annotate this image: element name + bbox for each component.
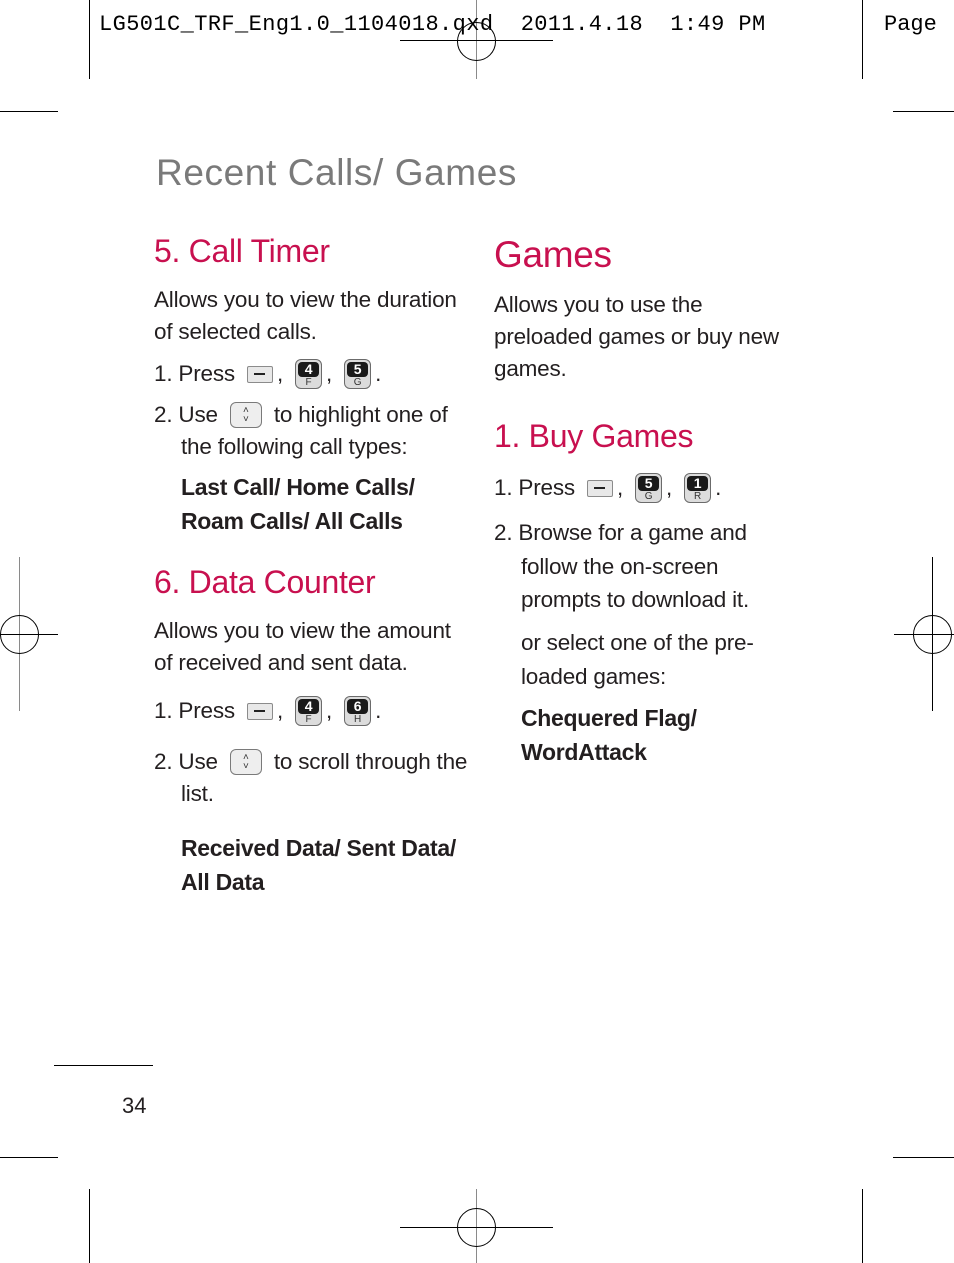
description-line: Allows you to view the amount — [154, 618, 451, 643]
nav-key-icon: ˄ ˅ — [229, 749, 262, 775]
data-types-list: Received Data/ Sent Data/ All Data — [181, 831, 456, 899]
step-text: 1. Press — [154, 698, 235, 723]
step-text: to scroll through the — [273, 749, 468, 774]
call-timer-heading: 5. Call Timer — [154, 233, 330, 269]
options-line: All Data — [181, 869, 265, 895]
call-types-list: Last Call/ Home Calls/ Roam Calls/ All C… — [181, 470, 415, 538]
call-timer-description: Allows you to view the duration of selec… — [154, 284, 474, 348]
separator: , — [326, 361, 333, 386]
buy-games-alt-text: or select one of the pre- loaded games: — [494, 626, 794, 693]
key-digit: 4 — [298, 362, 319, 377]
separator: , — [616, 475, 623, 500]
step-text: to highlight one of — [273, 402, 448, 427]
data-counter-step-1: 1. Press , 4F , 6H . — [154, 695, 381, 727]
key-letter: G — [353, 377, 362, 388]
slug-page-label: Page — [884, 12, 937, 37]
crop-mark — [862, 1189, 863, 1263]
page-title: Recent Calls/ Games — [156, 152, 517, 193]
separator: . — [375, 698, 382, 723]
buy-games-step-2: 2. Browse for a game and follow the on-s… — [494, 516, 794, 617]
step-text: 1. Press — [494, 475, 575, 500]
slug-filename: LG501C_TRF_Eng1.0_1104018.qxd — [99, 12, 494, 37]
step-text: or select one of the pre- — [521, 630, 754, 655]
key-digit: 1 — [687, 476, 709, 491]
call-timer-step-1: 1. Press , 4F , 5G . — [154, 358, 381, 390]
buy-games-step-1: 1. Press , 5G , 1R . — [494, 472, 721, 504]
step-text: loaded games: — [521, 663, 667, 689]
description-line: Allows you to use the — [494, 292, 703, 317]
step-text: list. — [181, 781, 214, 806]
page-number: 34 — [122, 1093, 147, 1118]
key-letter: F — [305, 714, 312, 725]
data-counter-description: Allows you to view the amount of receive… — [154, 615, 474, 679]
options-line: Last Call/ Home Calls/ — [181, 474, 415, 500]
step-text: 1. Press — [154, 361, 235, 386]
menu-key-icon — [586, 479, 613, 497]
key-digit: 5 — [638, 476, 659, 491]
separator: . — [375, 361, 382, 386]
key-digit: 4 — [298, 699, 319, 714]
step-text: 2. Use — [154, 749, 218, 774]
options-line: WordAttack — [521, 739, 647, 765]
games-heading: Games — [494, 234, 612, 275]
separator: , — [326, 698, 333, 723]
step-text: prompts to download it. — [521, 587, 750, 612]
menu-key-icon — [246, 702, 273, 720]
key-digit: 5 — [347, 362, 369, 377]
crop-mark — [893, 111, 954, 112]
slug-time: 1:49 PM — [670, 12, 766, 37]
key-5-icon: 5G — [635, 473, 662, 503]
key-6-icon: 6H — [344, 696, 372, 726]
crop-mark — [862, 0, 863, 79]
separator: . — [715, 475, 722, 500]
separator: , — [666, 475, 673, 500]
separator: , — [276, 361, 283, 386]
menu-key-icon — [246, 365, 273, 383]
key-4-icon: 4F — [295, 696, 322, 726]
crop-mark — [0, 111, 58, 112]
preloaded-games-list: Chequered Flag/ WordAttack — [521, 701, 697, 769]
crop-mark — [893, 1157, 954, 1158]
key-letter: H — [354, 714, 362, 725]
description-line: preloaded games or buy new — [494, 324, 779, 349]
separator: , — [276, 698, 283, 723]
options-line: Received Data/ Sent Data/ — [181, 835, 457, 861]
description-line: games. — [494, 356, 567, 381]
registration-mark — [0, 615, 39, 654]
nav-key-icon: ˄ ˅ — [229, 402, 262, 428]
key-letter: F — [305, 377, 312, 388]
options-line: Chequered Flag/ — [521, 705, 697, 731]
step-text: follow the on-screen — [521, 553, 719, 579]
description-line: of selected calls. — [154, 319, 317, 344]
crop-mark — [0, 1157, 58, 1158]
options-line: Roam Calls/ All Calls — [181, 508, 403, 534]
key-4-icon: 4F — [295, 359, 322, 389]
key-digit: 6 — [347, 699, 369, 714]
key-5-icon: 5G — [344, 359, 372, 389]
down-arrow-icon: ˅ — [243, 761, 249, 772]
data-counter-heading: 6. Data Counter — [154, 564, 376, 600]
step-text: the following call types: — [181, 434, 408, 459]
step-text: 2. Browse for a game and — [494, 520, 747, 545]
description-line: of received and sent data. — [154, 650, 408, 675]
registration-mark — [457, 1208, 496, 1247]
games-description: Allows you to use the preloaded games or… — [494, 289, 794, 385]
key-letter: R — [694, 491, 702, 502]
call-timer-step-2: 2. Use ˄ ˅ to highlight one of the follow… — [154, 399, 474, 463]
down-arrow-icon: ˅ — [243, 414, 249, 425]
registration-mark — [913, 615, 952, 654]
crop-mark — [89, 1189, 90, 1263]
footer-rule — [54, 1065, 153, 1066]
data-counter-step-2: 2. Use ˄ ˅ to scroll through the list. — [154, 746, 474, 810]
key-1-icon: 1R — [684, 473, 712, 503]
crop-mark — [89, 0, 90, 79]
slug-date: 2011.4.18 — [520, 12, 644, 37]
description-line: Allows you to view the duration — [154, 287, 457, 312]
key-letter: G — [644, 491, 653, 502]
step-text: 2. Use — [154, 402, 218, 427]
slug-line: LG501C_TRF_Eng1.0_1104018.qxd 2011.4.18 … — [99, 12, 766, 37]
buy-games-heading: 1. Buy Games — [494, 418, 694, 454]
